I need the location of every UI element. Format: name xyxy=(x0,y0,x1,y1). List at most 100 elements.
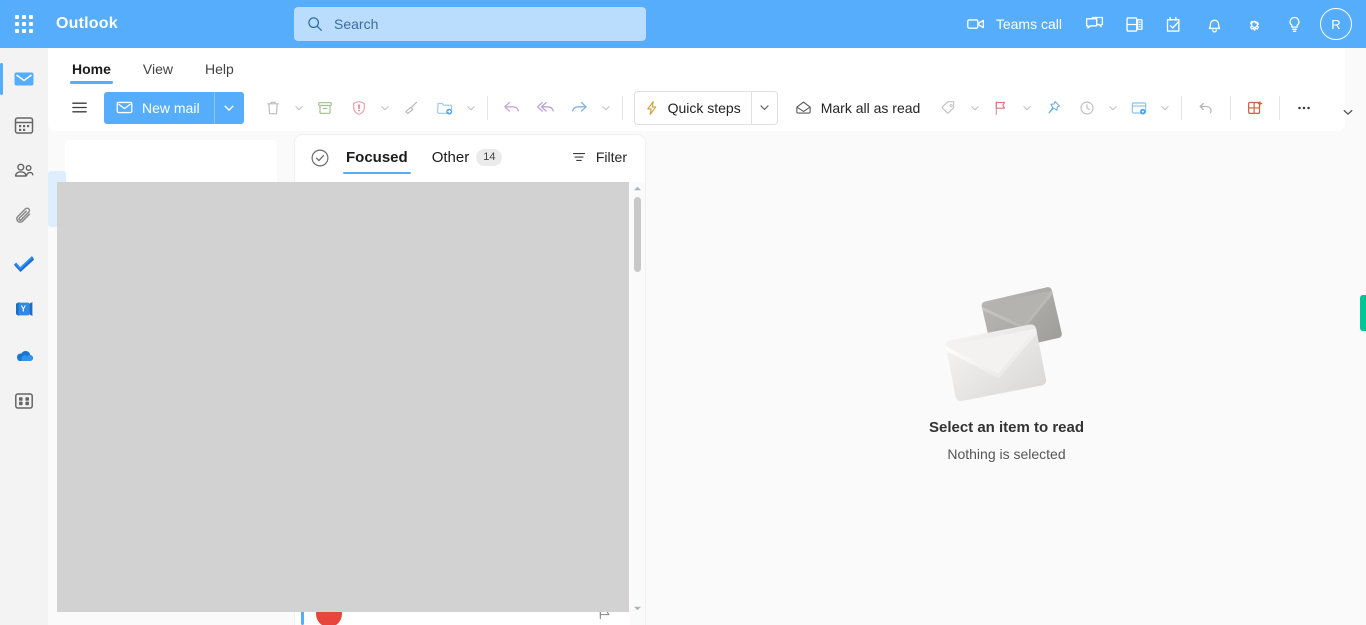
rail-item-mail[interactable] xyxy=(0,56,48,102)
notifications-bell-icon xyxy=(1208,19,1220,33)
scrollbar-down-arrow[interactable] xyxy=(630,602,645,615)
search-box[interactable] xyxy=(294,7,646,41)
tips-lightbulb-icon xyxy=(1289,16,1299,32)
pin-icon xyxy=(1048,100,1061,113)
toggle-nav-pane-button[interactable] xyxy=(62,91,96,125)
tag-button[interactable] xyxy=(932,91,966,125)
settings-gear-icon xyxy=(1249,19,1259,31)
move-to-caret-button[interactable] xyxy=(462,91,480,125)
pivot-other[interactable]: Other 14 xyxy=(429,149,506,174)
hamburger-icon xyxy=(71,102,87,113)
avatar[interactable]: R xyxy=(1320,8,1352,40)
rail-item-calendar[interactable] xyxy=(0,102,48,148)
delete-button[interactable] xyxy=(256,91,290,125)
rules-caret-button[interactable] xyxy=(1156,91,1174,125)
delete-caret-button[interactable] xyxy=(290,91,308,125)
mark-all-as-read-button[interactable]: Mark all as read xyxy=(784,91,931,125)
rail-item-people[interactable] xyxy=(0,148,48,194)
snooze-caret-button[interactable] xyxy=(1104,91,1122,125)
more-options-button[interactable] xyxy=(1287,91,1321,125)
chevron-down-icon xyxy=(466,105,475,110)
forward-button[interactable] xyxy=(563,91,597,125)
check-circle-icon xyxy=(311,149,329,166)
focused-inbox-toggle-button[interactable] xyxy=(309,147,331,169)
scrollbar-up-arrow[interactable] xyxy=(630,182,645,195)
move-to-folder-icon xyxy=(436,102,452,115)
tag-caret-button[interactable] xyxy=(966,91,984,125)
tab-view[interactable]: View xyxy=(135,61,181,84)
folder-pane-card[interactable] xyxy=(65,140,277,185)
avatar-initial: R xyxy=(1331,16,1341,32)
filter-button[interactable]: Filter xyxy=(566,146,631,168)
chevron-down-icon xyxy=(224,105,234,111)
flag-button[interactable] xyxy=(984,91,1018,125)
chevron-down-icon xyxy=(1109,105,1118,110)
chevron-up-icon xyxy=(634,186,641,191)
search-input[interactable] xyxy=(334,16,634,32)
app-launcher-icon xyxy=(15,15,33,33)
mail-icon xyxy=(14,72,34,86)
mark-all-as-read-label: Mark all as read xyxy=(820,99,921,116)
new-mail-button[interactable]: New mail xyxy=(104,91,214,124)
filter-icon xyxy=(572,152,585,162)
rail-item-onedrive[interactable] xyxy=(0,332,48,378)
chevron-down-icon xyxy=(1023,105,1032,110)
chat-button[interactable] xyxy=(1074,0,1114,48)
add-apps-icon xyxy=(1248,100,1263,114)
flag-caret-button[interactable] xyxy=(1018,91,1036,125)
attachment-paperclip-icon xyxy=(16,207,31,223)
ellipsis-icon xyxy=(1298,106,1311,109)
teams-call-label: Teams call xyxy=(995,16,1062,32)
more-apps-grid-icon xyxy=(15,393,33,409)
onedrive-cloud-icon xyxy=(17,351,33,361)
ribbon-tabstrip: Home View Help xyxy=(48,48,1345,84)
rules-button[interactable] xyxy=(1122,91,1156,125)
quick-steps-button[interactable]: Quick steps xyxy=(633,90,778,125)
forward-caret-button[interactable] xyxy=(597,91,615,125)
app-launcher-button[interactable] xyxy=(0,0,48,48)
snooze-button[interactable] xyxy=(1070,91,1104,125)
rail-item-viva-engage[interactable]: Y xyxy=(0,286,48,332)
scrollbar-thumb[interactable] xyxy=(634,197,641,272)
report-caret-button[interactable] xyxy=(376,91,394,125)
quick-steps-caret[interactable] xyxy=(750,91,777,124)
pin-button[interactable] xyxy=(1036,91,1070,125)
outlook-addressbook-icon xyxy=(1125,16,1143,32)
undo-icon xyxy=(1199,102,1212,113)
tab-help-label: Help xyxy=(205,61,234,77)
message-list-scrollbar[interactable] xyxy=(630,182,645,625)
todo-check-icon xyxy=(14,256,34,272)
tips-button[interactable] xyxy=(1274,0,1314,48)
new-mail-caret-button[interactable] xyxy=(213,91,244,124)
rail-item-files[interactable] xyxy=(0,194,48,240)
calendar-icon xyxy=(14,117,34,134)
reply-all-button[interactable] xyxy=(529,91,563,125)
teams-call-button[interactable]: Teams call xyxy=(959,0,1074,48)
rail-item-more-apps[interactable] xyxy=(0,378,48,424)
address-book-button[interactable] xyxy=(1114,0,1154,48)
viva-engage-icon: Y xyxy=(16,302,33,316)
notifications-button[interactable] xyxy=(1194,0,1234,48)
sweep-button[interactable] xyxy=(394,91,428,125)
forward-arrow-icon xyxy=(572,101,587,112)
add-apps-button[interactable] xyxy=(1238,91,1272,125)
trash-icon xyxy=(266,101,279,114)
people-icon xyxy=(14,163,34,177)
message-list-header: Focused Other 14 Filter xyxy=(295,135,645,180)
archive-button[interactable] xyxy=(308,91,342,125)
settings-button[interactable] xyxy=(1234,0,1274,48)
reading-pane-empty-state: Select an item to read Nothing is select… xyxy=(929,281,1084,462)
flag-icon xyxy=(996,100,1006,115)
pivot-focused[interactable]: Focused xyxy=(343,149,411,174)
tab-help[interactable]: Help xyxy=(197,61,242,84)
report-button[interactable] xyxy=(342,91,376,125)
rail-item-todo[interactable] xyxy=(0,240,48,286)
collapse-ribbon-button[interactable] xyxy=(1336,100,1360,124)
new-mail-split-button[interactable]: New mail xyxy=(104,91,244,124)
undo-button[interactable] xyxy=(1189,91,1223,125)
tab-home[interactable]: Home xyxy=(64,61,119,84)
reply-button[interactable] xyxy=(495,91,529,125)
my-day-button[interactable] xyxy=(1154,0,1194,48)
quick-steps-main[interactable]: Quick steps xyxy=(635,92,751,124)
move-to-button[interactable] xyxy=(428,91,462,125)
